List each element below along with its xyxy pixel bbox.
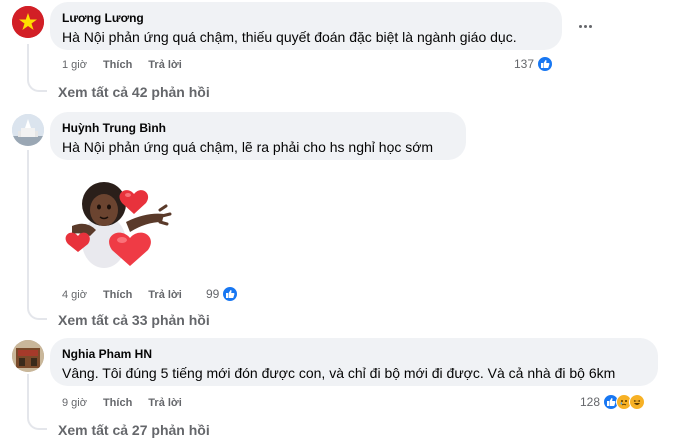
comment-time[interactable]: 9 giờ [62, 396, 87, 410]
comment-time[interactable]: 1 giờ [62, 58, 87, 72]
comment-time[interactable]: 4 giờ [62, 288, 87, 302]
like-link[interactable]: Thích [103, 288, 132, 302]
comment-text: Vâng. Tôi đúng 5 tiếng mới đón được con,… [62, 365, 616, 381]
reply-link[interactable]: Trả lời [148, 58, 182, 72]
reaction-count: 128 [580, 395, 601, 409]
haha-icon [629, 394, 646, 410]
more-options-icon [578, 24, 582, 28]
thread-connector [27, 78, 47, 92]
thread-line [27, 44, 29, 80]
avatar[interactable] [12, 6, 44, 38]
avatar-hug-with-hearts-sticker [56, 170, 172, 274]
comment-bubble: Nghia Pham HN Vâng. Tôi đúng 5 tiếng mới… [50, 338, 658, 386]
comment-text: Hà Nội phản ứng quá chậm, lẽ ra phải cho… [62, 139, 434, 155]
comment-bubble: Huỳnh Trung Bình Hà Nội phản ứng quá chậ… [50, 112, 466, 160]
flag-avatar-image [12, 6, 44, 38]
comment-bubble: Lương Lương Hà Nội phản ứng quá chậm, th… [50, 2, 562, 50]
avatar[interactable] [12, 114, 44, 146]
avatar[interactable] [12, 340, 44, 372]
like-icon [222, 286, 239, 302]
thread-line [27, 374, 29, 418]
thread-connector [27, 416, 47, 430]
monument-avatar-image [12, 114, 44, 146]
comment-author[interactable]: Lương Lương [62, 10, 550, 26]
view-replies-link[interactable]: Xem tất cả 42 phản hồi [58, 84, 210, 100]
comment-author[interactable]: Nghia Pham HN [62, 346, 646, 362]
like-link[interactable]: Thích [103, 58, 132, 72]
comment-actions: 9 giờ Thích Trả lời [62, 396, 182, 410]
thread-connector [27, 306, 47, 320]
like-icon [537, 56, 554, 72]
house-avatar-image [12, 340, 44, 372]
view-replies-link[interactable]: Xem tất cả 27 phản hồi [58, 422, 210, 438]
reaction-count: 137 [514, 57, 535, 71]
like-link[interactable]: Thích [103, 396, 132, 410]
thread-line [27, 150, 29, 308]
reply-link[interactable]: Trả lời [148, 396, 182, 410]
reaction-summary[interactable]: 99 [206, 286, 239, 302]
comment-text: Hà Nội phản ứng quá chậm, thiếu quyết đo… [62, 29, 517, 45]
comment-actions: 4 giờ Thích Trả lời [62, 288, 182, 302]
reaction-summary[interactable]: 137 [514, 56, 554, 72]
comment-actions: 1 giờ Thích Trả lời [62, 58, 182, 72]
reaction-summary[interactable]: 128 [580, 394, 646, 410]
view-replies-link[interactable]: Xem tất cả 33 phản hồi [58, 312, 210, 328]
reply-link[interactable]: Trả lời [148, 288, 182, 302]
reaction-count: 99 [206, 287, 220, 301]
more-options-button[interactable] [570, 11, 600, 41]
comment-author[interactable]: Huỳnh Trung Bình [62, 120, 454, 136]
